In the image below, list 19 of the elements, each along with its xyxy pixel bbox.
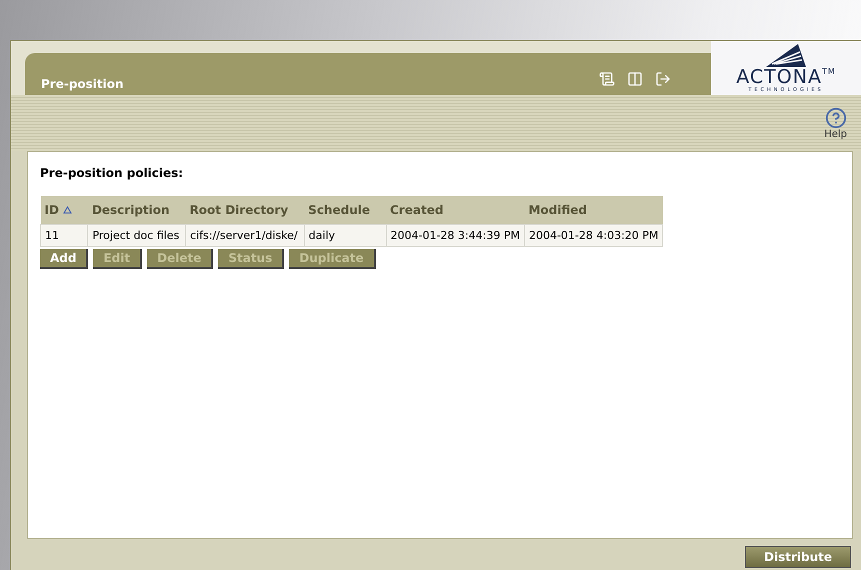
table-cell: Project doc files: [88, 224, 186, 246]
page-title: Pre-position: [41, 77, 124, 91]
column-header[interactable]: Modified: [524, 196, 663, 224]
table-cell: cifs://server1/diske/: [186, 224, 304, 246]
logout-icon[interactable]: [655, 71, 671, 87]
action-button[interactable]: Add: [40, 249, 88, 269]
table-cell: 11: [40, 224, 88, 246]
column-header[interactable]: Schedule: [304, 196, 386, 224]
column-header[interactable]: Created: [386, 196, 524, 224]
scroll-icon[interactable]: [599, 71, 615, 87]
column-header[interactable]: Description: [88, 196, 186, 224]
column-header[interactable]: ID: [40, 196, 88, 224]
column-header[interactable]: Root Directory: [186, 196, 304, 224]
columns-icon[interactable]: [627, 71, 643, 87]
table-cell: daily: [304, 224, 386, 246]
section-title: Pre-position policies:: [40, 166, 184, 180]
table-cell: 2004-01-28 3:44:39 PM: [386, 224, 524, 246]
table-cell: 2004-01-28 4:03:20 PM: [524, 224, 663, 246]
distribute-button[interactable]: Distribute: [745, 546, 851, 568]
